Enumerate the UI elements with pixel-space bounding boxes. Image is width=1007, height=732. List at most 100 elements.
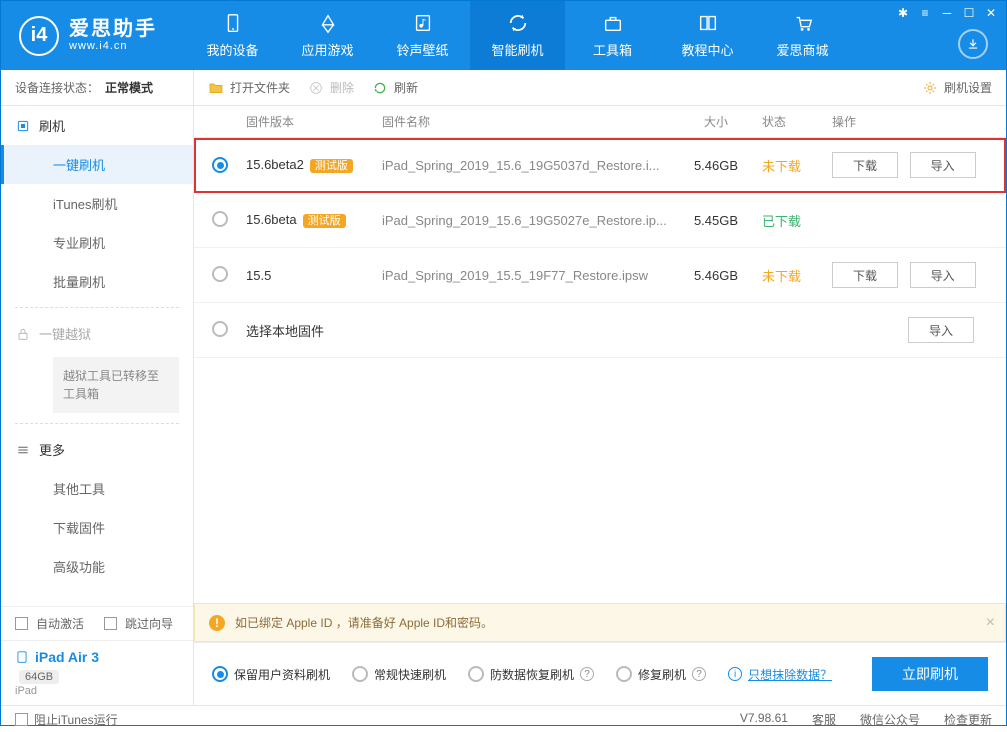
nav-store[interactable]: 爱思商城	[755, 1, 850, 70]
option-radio[interactable]	[352, 666, 368, 682]
more-icon	[15, 442, 31, 458]
skip-guide-label: 跳过向导	[125, 615, 173, 632]
status-value: 正常模式	[105, 79, 153, 96]
nav-tutorial[interactable]: 教程中心	[660, 1, 755, 70]
warning-close-button[interactable]: ×	[986, 614, 995, 632]
download-button[interactable]: 下载	[832, 262, 898, 288]
toolbox-icon	[602, 12, 624, 34]
firmware-name: iPad_Spring_2019_15.6_19G5037d_Restore.i…	[382, 158, 680, 173]
delete-button[interactable]: 删除	[308, 79, 354, 96]
table-row[interactable]: 15.5 iPad_Spring_2019_15.5_19F77_Restore…	[194, 248, 1006, 303]
opt-normal-flash[interactable]: 常规快速刷机	[352, 666, 446, 683]
firmware-version: 15.6beta2	[246, 157, 304, 172]
table-row-local[interactable]: 选择本地固件 导入	[194, 303, 1006, 358]
beta-badge: 测试版	[303, 214, 346, 228]
titlebar: i4 爱思助手 www.i4.cn 我的设备 应用游戏 铃声壁纸 智能刷机 工具…	[1, 1, 1006, 70]
music-icon	[412, 12, 434, 34]
sidebar-item-itunes-flash[interactable]: iTunes刷机	[1, 184, 193, 223]
apps-icon	[317, 12, 339, 34]
auto-activate-checkbox[interactable]	[15, 617, 28, 630]
sidebar-item-batch-flash[interactable]: 批量刷机	[1, 262, 193, 301]
opt-anti-recovery[interactable]: 防数据恢复刷机?	[468, 666, 594, 683]
toolbar: 打开文件夹 删除 刷新 刷机设置	[194, 70, 1006, 106]
main-nav: 我的设备 应用游戏 铃声壁纸 智能刷机 工具箱 教程中心 爱思商城	[185, 1, 850, 70]
skin-button[interactable]: ✱	[894, 5, 912, 21]
firmware-status: 未下载	[752, 156, 832, 175]
device-storage-badge: 64GB	[19, 670, 59, 684]
download-manager-button[interactable]	[958, 29, 988, 59]
delete-icon	[308, 80, 324, 96]
sidebar-group-flash[interactable]: 刷机	[1, 106, 193, 145]
row-radio[interactable]	[212, 157, 228, 173]
wechat-link[interactable]: 微信公众号	[860, 711, 920, 728]
download-button[interactable]: 下载	[832, 152, 898, 178]
chip-icon	[15, 118, 31, 134]
tablet-icon	[15, 650, 29, 664]
skip-guide-checkbox[interactable]	[104, 617, 117, 630]
option-radio[interactable]	[212, 666, 228, 682]
col-status: 状态	[752, 113, 832, 130]
menu-button[interactable]: ≡	[916, 5, 934, 21]
refresh-icon	[507, 12, 529, 34]
firmware-version: 15.5	[246, 268, 271, 283]
device-name: iPad Air 3	[35, 649, 99, 665]
help-icon[interactable]: ?	[580, 667, 594, 681]
logo-section: i4 爱思助手 www.i4.cn	[1, 16, 175, 56]
nav-apps-games[interactable]: 应用游戏	[280, 1, 375, 70]
customer-service-link[interactable]: 客服	[812, 711, 836, 728]
import-button[interactable]: 导入	[910, 262, 976, 288]
sidebar-item-pro-flash[interactable]: 专业刷机	[1, 223, 193, 262]
info-icon: i	[728, 667, 742, 681]
row-radio[interactable]	[212, 266, 228, 282]
jailbreak-notice: 越狱工具已转移至工具箱	[53, 357, 179, 413]
nav-toolbox[interactable]: 工具箱	[565, 1, 660, 70]
col-size: 大小	[680, 113, 752, 130]
erase-data-link[interactable]: i只想抹除数据？	[728, 666, 832, 683]
nav-label: 爱思商城	[776, 40, 828, 59]
content-area: 打开文件夹 删除 刷新 刷机设置 固件版本 固件名称 大小 状态 操作	[194, 70, 1006, 705]
logo-icon: i4	[19, 16, 59, 56]
maximize-button[interactable]: ☐	[960, 5, 978, 21]
opt-repair-flash[interactable]: 修复刷机?	[616, 666, 706, 683]
folder-icon	[208, 80, 224, 96]
help-icon[interactable]: ?	[692, 667, 706, 681]
device-info[interactable]: iPad Air 3 64GB iPad	[1, 640, 193, 705]
import-button[interactable]: 导入	[910, 152, 976, 178]
close-button[interactable]: ✕	[982, 5, 1000, 21]
nav-label: 铃声壁纸	[396, 40, 448, 59]
block-itunes-checkbox[interactable]	[15, 713, 28, 726]
firmware-size: 5.46GB	[680, 158, 752, 173]
row-radio[interactable]	[212, 211, 228, 227]
device-type: iPad	[15, 685, 179, 697]
sidebar-item-oneclick-flash[interactable]: 一键刷机	[1, 145, 193, 184]
firmware-name: iPad_Spring_2019_15.6_19G5027e_Restore.i…	[382, 213, 680, 228]
col-name: 固件名称	[382, 113, 680, 130]
sidebar-item-other-tools[interactable]: 其他工具	[1, 469, 193, 508]
sidebar-item-download-firmware[interactable]: 下载固件	[1, 508, 193, 547]
table-row[interactable]: 15.6beta测试版 iPad_Spring_2019_15.6_19G502…	[194, 193, 1006, 248]
flash-now-button[interactable]: 立即刷机	[872, 657, 988, 691]
opt-keep-data[interactable]: 保留用户资料刷机	[212, 666, 330, 683]
flash-settings-button[interactable]: 刷机设置	[922, 79, 992, 96]
book-icon	[697, 12, 719, 34]
app-title: 爱思助手	[69, 18, 157, 40]
sidebar-item-advanced[interactable]: 高级功能	[1, 547, 193, 586]
nav-smart-flash[interactable]: 智能刷机	[470, 1, 565, 70]
import-button[interactable]: 导入	[908, 317, 974, 343]
sidebar-group-more[interactable]: 更多	[1, 430, 193, 469]
table-row[interactable]: 15.6beta2测试版 iPad_Spring_2019_15.6_19G50…	[194, 138, 1006, 193]
warning-bar: ! 如已绑定 Apple ID ，请准备好 Apple ID和密码。 ×	[194, 603, 1006, 642]
minimize-button[interactable]: ─	[938, 5, 956, 21]
nav-ringtone-wallpaper[interactable]: 铃声壁纸	[375, 1, 470, 70]
firmware-name: iPad_Spring_2019_15.5_19F77_Restore.ipsw	[382, 268, 680, 283]
row-radio[interactable]	[212, 321, 228, 337]
auto-activate-label: 自动激活	[36, 615, 84, 632]
nav-my-device[interactable]: 我的设备	[185, 1, 280, 70]
refresh-button[interactable]: 刷新	[372, 79, 418, 96]
option-radio[interactable]	[468, 666, 484, 682]
open-folder-button[interactable]: 打开文件夹	[208, 79, 290, 96]
phone-icon	[222, 12, 244, 34]
option-radio[interactable]	[616, 666, 632, 682]
check-update-link[interactable]: 检查更新	[944, 711, 992, 728]
flash-options-row: 保留用户资料刷机 常规快速刷机 防数据恢复刷机? 修复刷机? i只想抹除数据？ …	[194, 642, 1006, 705]
